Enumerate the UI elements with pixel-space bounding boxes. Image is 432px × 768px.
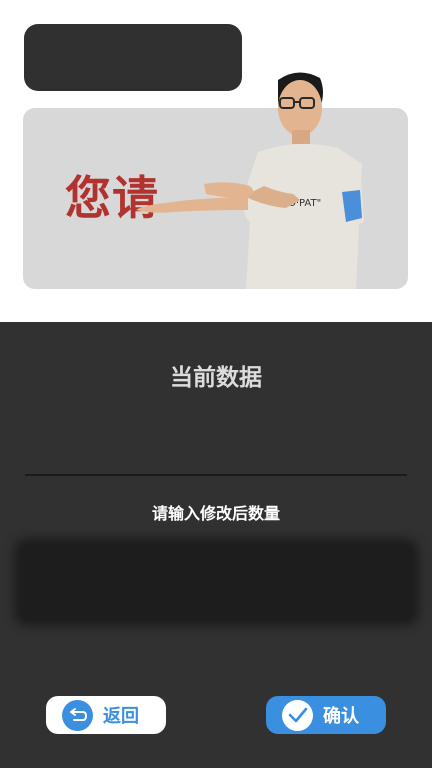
checkmark-icon xyxy=(282,699,313,731)
return-arrow-icon xyxy=(62,699,93,731)
divider xyxy=(25,474,407,476)
confirm-button-label: 确认 xyxy=(323,706,359,727)
quantity-input[interactable] xyxy=(20,544,413,620)
edit-quantity-panel: 当前数据 请输入修改后数量 返回 确认 xyxy=(0,322,432,768)
confirm-button[interactable]: 确认 xyxy=(266,696,386,734)
input-prompt: 请输入修改后数量 xyxy=(151,504,280,523)
person-figure: "OHO·PAT" xyxy=(136,72,364,289)
top-area: 您请 "OHO·PAT" xyxy=(0,0,432,322)
banner-image: 您请 "OHO·PAT" xyxy=(23,72,408,289)
back-button-label: 返回 xyxy=(103,706,139,727)
panel-title: 当前数据 xyxy=(170,365,262,391)
back-button[interactable]: 返回 xyxy=(46,696,166,734)
